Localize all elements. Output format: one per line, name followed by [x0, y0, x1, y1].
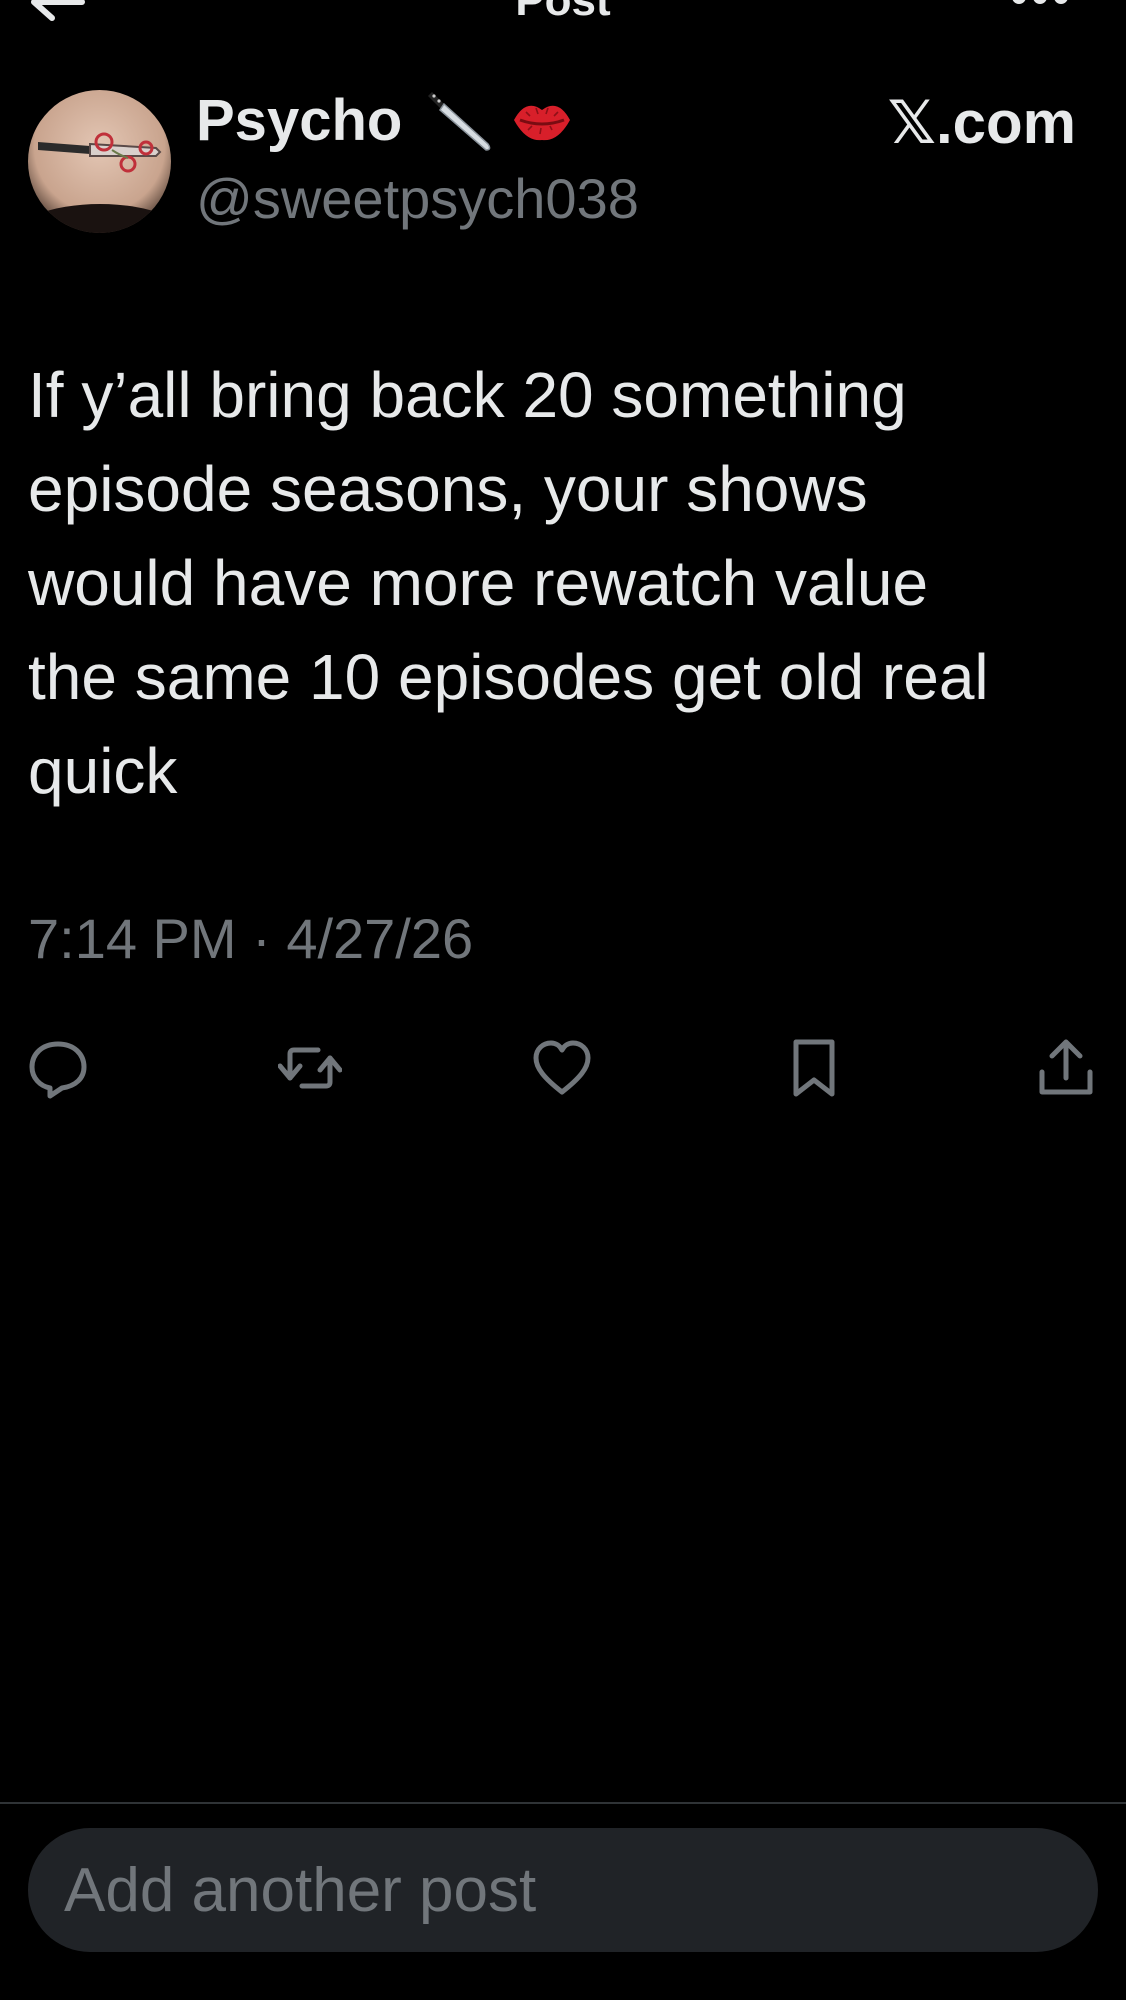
more-horizontal-icon[interactable] — [1010, 0, 1070, 8]
author-handle[interactable]: @sweetpsych038 — [196, 166, 639, 231]
author-name-row[interactable]: Psycho — [196, 87, 574, 153]
like-button[interactable] — [530, 1036, 594, 1100]
kitchen-knife-emoji — [428, 92, 491, 151]
kiss-mark-emoji — [514, 105, 571, 141]
bookmark-button[interactable] — [782, 1036, 846, 1100]
post-timestamp[interactable]: 7:14 PM · 4/27/26 — [28, 906, 473, 971]
x-watermark: 𝕏.com — [887, 89, 1076, 156]
top-nav-bar: Post — [0, 0, 1126, 30]
post-detail-screen: Post Psycho @sweetpsych038 𝕏.com If y’al… — [0, 0, 1126, 2000]
add-post-input[interactable] — [28, 1828, 1098, 1952]
post-text: If y’all bring back 20 something episode… — [28, 359, 989, 807]
repost-button[interactable] — [277, 1036, 343, 1100]
nav-title: Post — [515, 0, 611, 25]
reply-button[interactable] — [26, 1036, 90, 1100]
share-icon — [1039, 1039, 1093, 1095]
heart-icon — [533, 1040, 591, 1095]
avatar-tattoo-photo — [28, 90, 171, 233]
share-button[interactable] — [1034, 1036, 1098, 1100]
composer-divider — [0, 1802, 1126, 1804]
avatar[interactable] — [28, 90, 171, 233]
bookmark-icon — [793, 1039, 835, 1097]
post-action-bar — [0, 1036, 1126, 1100]
reply-icon — [29, 1041, 87, 1099]
repost-icon — [277, 1047, 343, 1089]
display-name: Psycho — [196, 87, 403, 153]
